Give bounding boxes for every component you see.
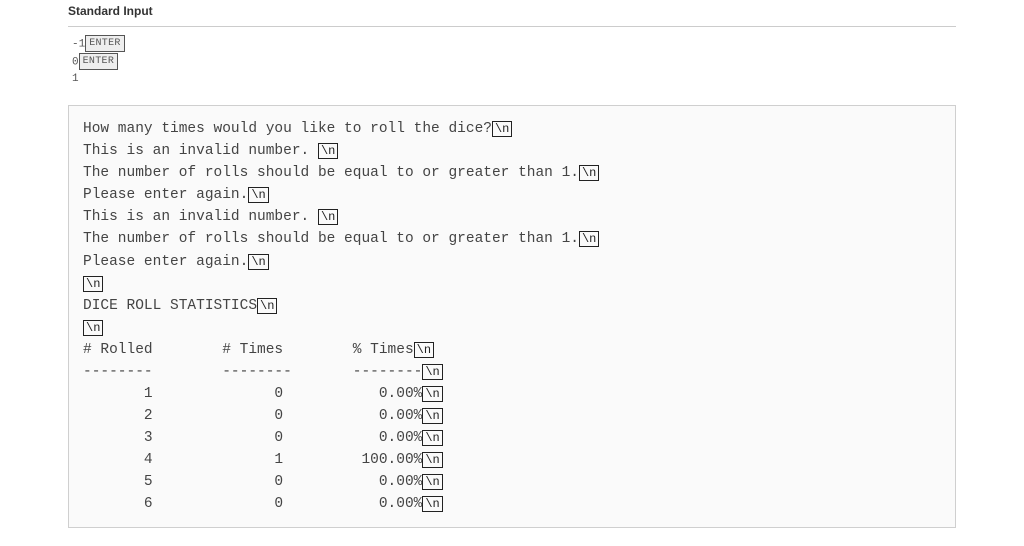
program-output: How many times would you like to roll th… — [68, 105, 956, 528]
stdin-line: 1 — [72, 71, 956, 88]
output-line: This is an invalid number. \n — [83, 140, 941, 162]
stdin-line: 0ENTER — [72, 53, 956, 71]
output-line: Please enter again.\n — [83, 251, 941, 273]
output-line: DICE ROLL STATISTICS\n — [83, 295, 941, 317]
stdin-text: 0 — [72, 56, 79, 68]
newline-icon: \n — [579, 231, 599, 247]
output-text: DICE ROLL STATISTICS — [83, 298, 257, 314]
stdin-block: -1ENTER0ENTER1 — [68, 35, 956, 87]
newline-icon: \n — [579, 165, 599, 181]
newline-icon: \n — [422, 408, 442, 424]
newline-icon: \n — [257, 298, 277, 314]
output-text: How many times would you like to roll th… — [83, 121, 492, 137]
stdin-text: 1 — [72, 73, 79, 85]
output-line: How many times would you like to roll th… — [83, 118, 941, 140]
newline-icon: \n — [248, 254, 268, 270]
stdin-text: -1 — [72, 38, 85, 50]
output-text: 1 0 0.00% — [83, 386, 422, 402]
newline-icon: \n — [422, 386, 442, 402]
enter-key-badge: ENTER — [85, 35, 125, 52]
newline-icon: \n — [422, 452, 442, 468]
newline-icon: \n — [318, 143, 338, 159]
output-line: 6 0 0.00%\n — [83, 493, 941, 515]
output-line: This is an invalid number. \n — [83, 206, 941, 228]
output-text: 4 1 100.00% — [83, 452, 422, 468]
newline-icon: \n — [248, 187, 268, 203]
output-text: This is an invalid number. — [83, 143, 318, 159]
output-text: 3 0 0.00% — [83, 430, 422, 446]
output-line: 5 0 0.00%\n — [83, 471, 941, 493]
output-line: 1 0 0.00%\n — [83, 383, 941, 405]
newline-icon: \n — [414, 342, 434, 358]
output-line: 4 1 100.00%\n — [83, 449, 941, 471]
output-text: Please enter again. — [83, 187, 248, 203]
newline-icon: \n — [492, 121, 512, 137]
newline-icon: \n — [422, 474, 442, 490]
output-line: # Rolled # Times % Times\n — [83, 339, 941, 361]
output-text: 5 0 0.00% — [83, 474, 422, 490]
output-line: 2 0 0.00%\n — [83, 405, 941, 427]
output-text: Please enter again. — [83, 254, 248, 270]
output-text: -------- -------- -------- — [83, 364, 422, 380]
output-text: The number of rolls should be equal to o… — [83, 231, 579, 247]
output-line: The number of rolls should be equal to o… — [83, 228, 941, 250]
newline-icon: \n — [422, 430, 442, 446]
output-text: 2 0 0.00% — [83, 408, 422, 424]
output-line: \n — [83, 317, 941, 339]
output-text: 6 0 0.00% — [83, 496, 422, 512]
output-line: \n — [83, 273, 941, 295]
page-container: Standard Input -1ENTER0ENTER1 How many t… — [0, 0, 1024, 546]
output-text: # Rolled # Times % Times — [83, 342, 414, 358]
newline-icon: \n — [83, 276, 103, 292]
output-line: -------- -------- --------\n — [83, 361, 941, 383]
output-text: This is an invalid number. — [83, 209, 318, 225]
newline-icon: \n — [318, 209, 338, 225]
newline-icon: \n — [422, 364, 442, 380]
output-line: Please enter again.\n — [83, 184, 941, 206]
newline-icon: \n — [83, 320, 103, 336]
newline-icon: \n — [422, 496, 442, 512]
output-line: The number of rolls should be equal to o… — [83, 162, 941, 184]
stdin-heading: Standard Input — [68, 4, 956, 27]
enter-key-badge: ENTER — [79, 53, 119, 70]
stdin-line: -1ENTER — [72, 35, 956, 53]
output-text: The number of rolls should be equal to o… — [83, 165, 579, 181]
output-line: 3 0 0.00%\n — [83, 427, 941, 449]
